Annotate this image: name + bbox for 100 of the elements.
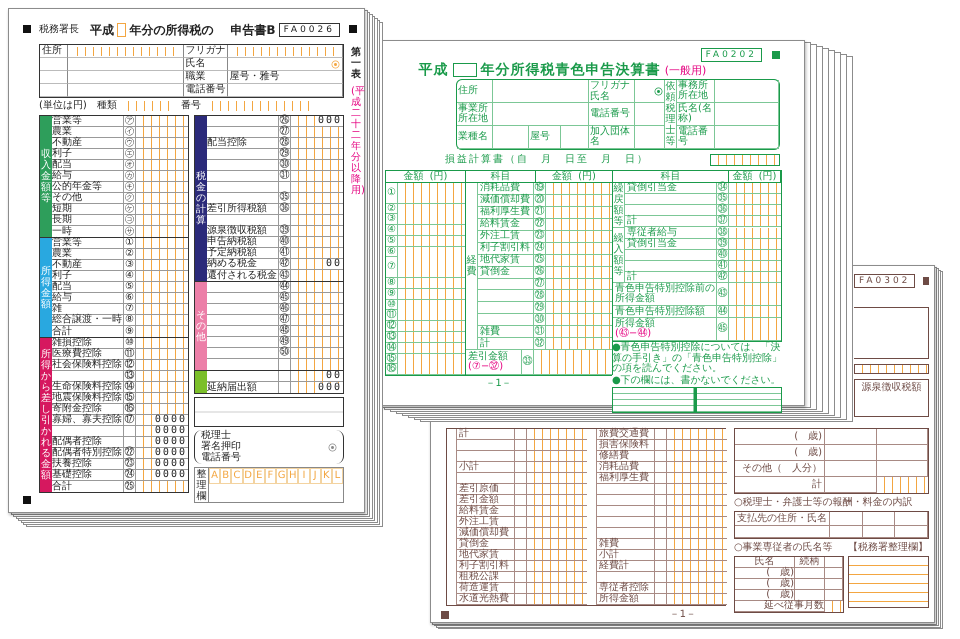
- registration-mark: [923, 277, 929, 285]
- section-heading: 【税務署整理欄】: [848, 543, 929, 553]
- field-label: 種類: [96, 101, 117, 111]
- row-number: ⑥: [387, 246, 396, 257]
- row-number: ㊾: [280, 337, 290, 347]
- seal-icon: [654, 86, 663, 96]
- row-label: 農業: [52, 249, 72, 259]
- row-number: ㊿: [280, 348, 290, 358]
- code-letter: L: [332, 468, 343, 484]
- field-label: 住所: [42, 46, 62, 56]
- row-label: その他: [52, 193, 82, 203]
- row-label: 外注工賃: [480, 231, 520, 242]
- field-label: 業種名: [458, 132, 488, 142]
- row-label: 医療費控除: [52, 349, 102, 359]
- row-label: 農業: [52, 127, 72, 137]
- row-number: ㊴: [718, 239, 728, 249]
- row-label: 貸倒金: [459, 539, 489, 549]
- row-label: 小計: [599, 550, 619, 560]
- code-letter: H: [287, 468, 298, 484]
- column-header: 科目: [660, 172, 680, 182]
- row-label: 源泉徴収税額: [207, 226, 267, 236]
- row-label: 減価償却費: [480, 195, 530, 206]
- title-text: 平成: [90, 23, 114, 37]
- row-number: ⑬: [386, 332, 396, 342]
- row-number: ㋔: [124, 160, 134, 170]
- seal-icon: [328, 442, 337, 452]
- row-number: ㉙: [534, 302, 544, 313]
- row-number: ㊷: [280, 259, 290, 269]
- table-cell: [895, 512, 928, 526]
- row-number: ㋓: [124, 149, 134, 159]
- age-label: ( 歳): [766, 590, 794, 600]
- note-text: ●下の欄には、書かないでください。: [612, 376, 782, 386]
- row-number: ⑫: [386, 321, 396, 332]
- row-number: ㊻: [280, 304, 290, 314]
- row-number: ⑥: [125, 293, 134, 303]
- row-label: 利子割引料: [459, 561, 509, 571]
- row-label: 専従者控除: [599, 583, 649, 593]
- row-label: 一時: [52, 226, 72, 236]
- table-cell: [825, 579, 843, 590]
- formula-text: (⑦−㉜): [468, 362, 504, 372]
- row-label: 貸倒引当金: [627, 239, 677, 249]
- unit-note: (単位は円): [39, 101, 87, 111]
- field-label: 氏名: [590, 92, 610, 102]
- row-number: ㉘: [534, 290, 544, 301]
- row-number: ⑯: [386, 364, 396, 374]
- field-label: 職業: [186, 72, 206, 82]
- row-number: ㋚: [124, 226, 134, 236]
- row-number: ㉖: [534, 267, 544, 278]
- row-number: ㉜: [534, 338, 544, 349]
- registration-mark: [23, 25, 31, 33]
- row-number: ㉛: [534, 326, 544, 337]
- row-number: ㉛: [280, 171, 290, 181]
- row-number: ⑳: [534, 195, 544, 206]
- row-label: 短期: [52, 204, 72, 214]
- row-number: ⑪: [124, 349, 134, 359]
- row-label: 寄附金控除: [52, 404, 102, 414]
- row-label: 経費計: [599, 561, 629, 571]
- seal-icon: [331, 60, 340, 68]
- row-label: 租税公課: [459, 572, 499, 582]
- field-label: 加入団体名: [590, 127, 631, 147]
- row-number: ㊺: [280, 293, 290, 303]
- row-number: ㊹: [718, 306, 728, 316]
- section-title: 税金の計算: [196, 171, 206, 226]
- form-variant: (一般用): [664, 64, 706, 76]
- section-heading: ○事業専従者の氏名等: [734, 543, 834, 553]
- row-label: 配偶者特別控除: [52, 448, 122, 458]
- row-label: 不動産: [52, 260, 82, 270]
- column-header: 金額: [404, 172, 424, 182]
- row-number: ⑧: [387, 278, 396, 288]
- row-number: ⑪: [386, 310, 396, 320]
- tax-office-label: 税務署長: [39, 25, 79, 35]
- row-label: 還付される税金: [207, 270, 277, 280]
- page-number: －1－: [485, 379, 512, 389]
- age-label: ( 歳): [766, 568, 794, 578]
- section-heading: 損益計算書（自 月 日至 月 日）: [445, 155, 649, 165]
- row-label: 営業等: [52, 238, 82, 248]
- code-letter: G: [276, 468, 288, 484]
- row-number: ④: [125, 271, 134, 281]
- row-number: ⑦: [125, 304, 134, 314]
- age-label: ( 歳): [766, 579, 794, 589]
- table-cell: [877, 445, 928, 461]
- field-label: 住所: [458, 86, 478, 96]
- form-code: FA0302: [854, 274, 916, 288]
- row-label: 雑費: [599, 539, 619, 549]
- row-number: ⑮: [386, 354, 396, 364]
- row-number: ㉓: [534, 231, 544, 242]
- row-number: ㉚: [280, 160, 290, 170]
- code-letter: B: [220, 468, 232, 484]
- registration-mark: [772, 51, 780, 59]
- row-label: 地代家賃: [480, 255, 520, 266]
- amount-field: [398, 246, 465, 257]
- field-label: フリガナ: [590, 80, 630, 90]
- row-number: ㉖: [280, 116, 290, 126]
- row-number: ㊵: [280, 237, 290, 247]
- row-number: ㋐: [124, 116, 134, 126]
- row-label: 配当: [52, 282, 72, 292]
- row-label: 寡婦、寡夫控除: [52, 415, 122, 425]
- row-number: ㊱: [280, 204, 290, 214]
- row-label: 貸倒金: [480, 267, 510, 278]
- row-number: ㊵: [718, 250, 728, 260]
